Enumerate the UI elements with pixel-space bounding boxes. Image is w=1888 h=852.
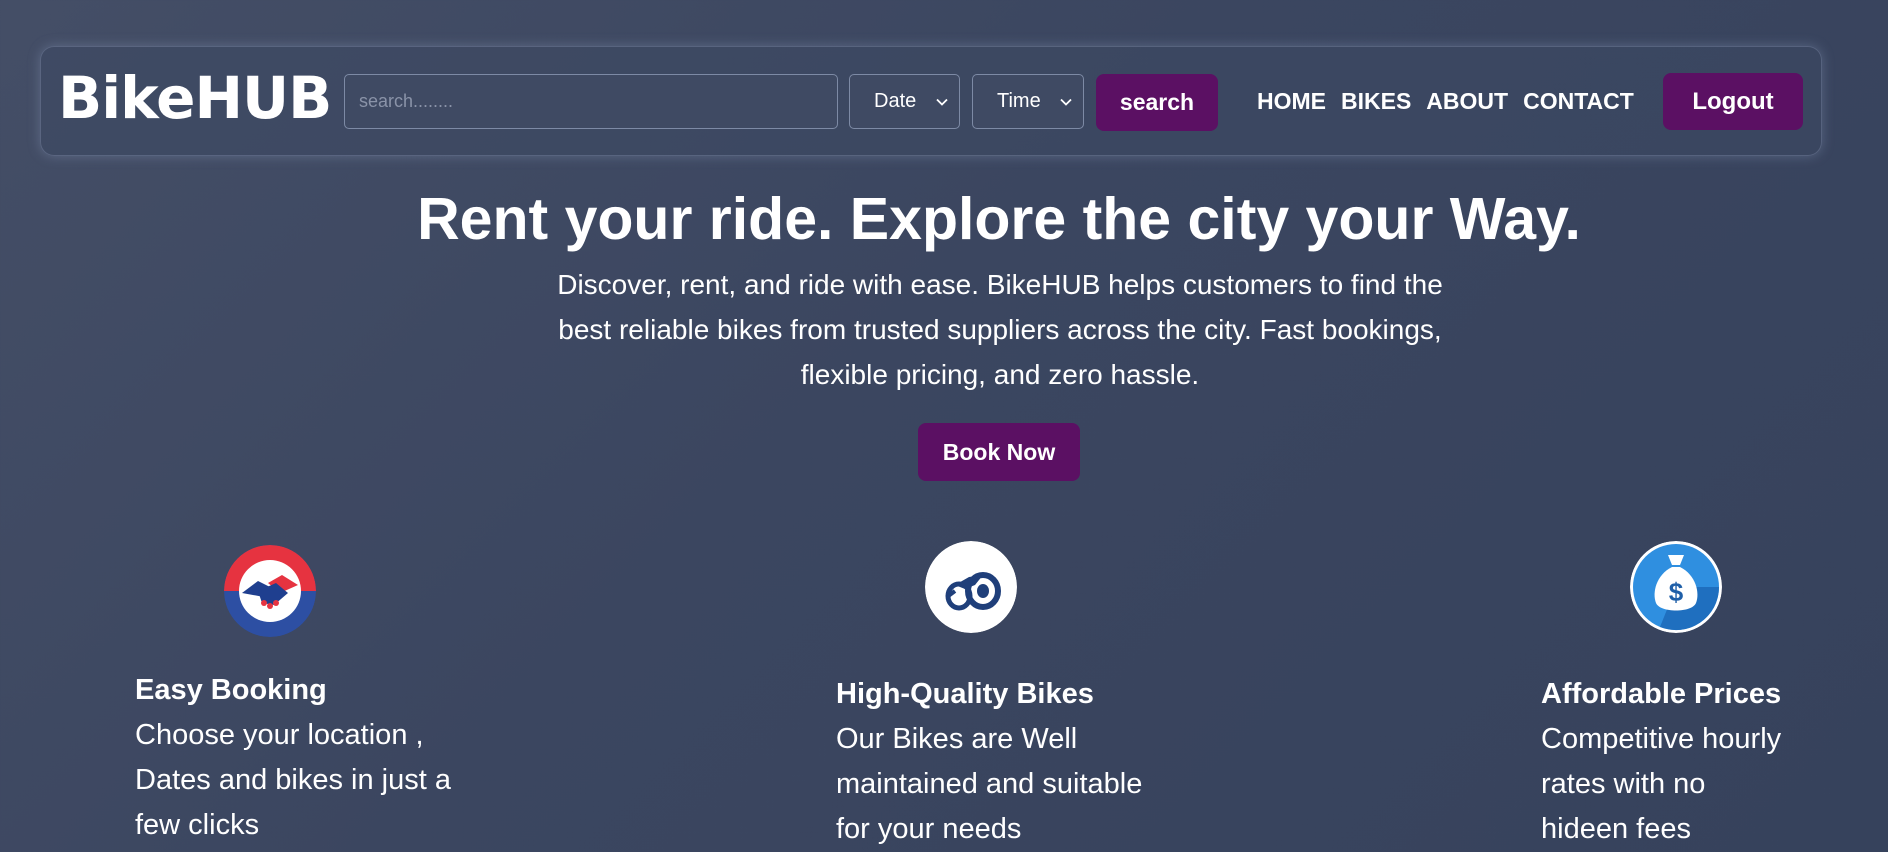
feature-text-line: Our Bikes are Well (836, 723, 1078, 755)
feature-text-line: Competitive hourly (1541, 723, 1782, 755)
feature-title: High-Quality Bikes (836, 678, 1094, 710)
date-select[interactable]: Date (849, 74, 960, 129)
search-input[interactable] (344, 74, 838, 129)
feature-text-line: for your needs (836, 813, 1022, 845)
hero-description-line: best reliable bikes from trusted supplie… (558, 314, 1442, 345)
feature-text-line: maintained and suitable (836, 768, 1143, 800)
feature-text-line: Dates and bikes in just a (135, 764, 451, 796)
feature-easy-booking: Easy Booking Choose your location , Date… (135, 668, 451, 848)
svg-text:$: $ (1669, 577, 1684, 607)
navbar: BikeHUB Date Time search HOME BIKES ABOU… (40, 46, 1822, 156)
book-now-button[interactable]: Book Now (918, 423, 1080, 481)
main-nav: HOME BIKES ABOUT CONTACT (1257, 88, 1634, 115)
logout-button[interactable]: Logout (1663, 73, 1803, 130)
feature-affordable-prices: Affordable Prices Competitive hourly rat… (1541, 672, 1781, 852)
feature-text-line: hideen fees (1541, 813, 1691, 845)
feature-text-line: few clicks (135, 809, 260, 841)
hero-description-line: Discover, rent, and ride with ease. Bike… (557, 269, 1443, 300)
feature-title: Easy Booking (135, 674, 327, 706)
money-bag-icon: $ (1630, 541, 1722, 633)
date-select-label: Date (874, 90, 917, 112)
nav-link-about[interactable]: ABOUT (1426, 88, 1508, 115)
brand-logo[interactable]: BikeHUB (58, 68, 332, 128)
handshake-icon (224, 545, 316, 637)
time-select[interactable]: Time (972, 74, 1084, 129)
feature-high-quality-bikes: High-Quality Bikes Our Bikes are Well ma… (836, 672, 1142, 852)
search-button[interactable]: search (1096, 74, 1218, 131)
feature-text-line: Choose your location , (135, 719, 424, 751)
chevron-down-icon (936, 98, 948, 106)
nav-link-contact[interactable]: CONTACT (1523, 88, 1634, 115)
chevron-down-icon (1060, 98, 1072, 106)
hero-description-line: flexible pricing, and zero hassle. (800, 359, 1200, 390)
nav-link-home[interactable]: HOME (1257, 88, 1326, 115)
motorbike-icon (925, 541, 1017, 633)
hero-description: Discover, rent, and ride with ease. Bike… (505, 262, 1495, 397)
nav-link-bikes[interactable]: BIKES (1341, 88, 1411, 115)
feature-title: Affordable Prices (1541, 678, 1782, 710)
feature-text-line: rates with no (1541, 768, 1706, 800)
hero-title: Rent your ride. Explore the city your Wa… (417, 186, 1581, 252)
time-select-label: Time (997, 90, 1041, 112)
